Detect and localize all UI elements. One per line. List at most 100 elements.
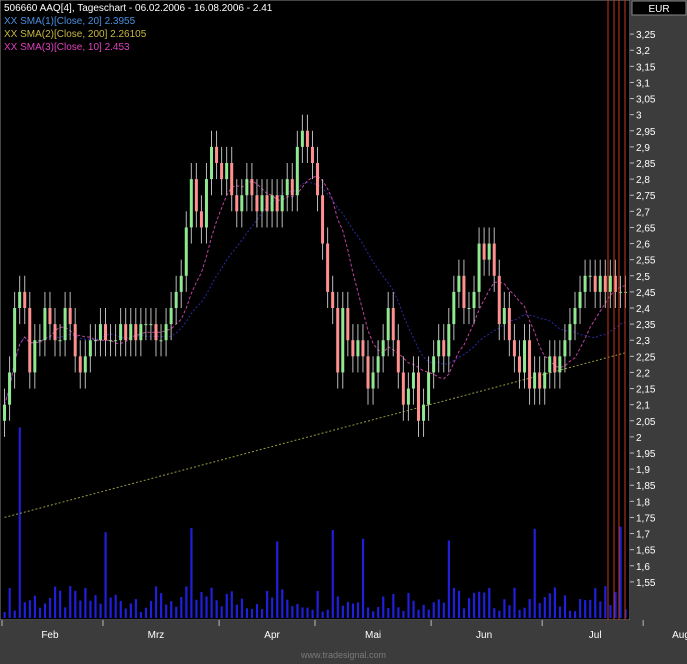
volume-bar: [311, 609, 314, 618]
volume-bar: [478, 591, 481, 618]
price-tick-label: 2,2: [636, 368, 650, 379]
candle-body: [492, 243, 496, 276]
candle-body: [179, 275, 183, 292]
candle-body: [406, 388, 410, 405]
month-label: Feb: [41, 630, 59, 641]
candle-body: [78, 356, 82, 373]
candle-body: [507, 308, 511, 341]
volume-bar: [23, 602, 26, 618]
candle-body: [608, 275, 612, 292]
candle-body: [517, 356, 521, 373]
volume-bar: [493, 608, 496, 618]
volume-bar: [392, 593, 395, 618]
candle-body: [356, 340, 360, 357]
volume-bar: [437, 599, 440, 618]
volume-bar: [271, 597, 274, 618]
candle-body: [422, 404, 426, 421]
price-tick-label: 2,7: [636, 207, 650, 218]
price-tick-label: 2,25: [636, 352, 656, 363]
volume-bar: [518, 609, 521, 618]
price-tick-label: 2,85: [636, 159, 656, 170]
currency-label: EUR: [648, 4, 669, 15]
month-label: Mai: [365, 630, 381, 641]
candle-body: [376, 356, 380, 373]
candle-body: [255, 195, 259, 212]
chart-area: EUR3,253,23,153,13,0532,952,92,852,82,75…: [0, 0, 687, 664]
candle-body: [174, 291, 178, 308]
volume-bar: [13, 610, 16, 618]
volume-bar: [568, 610, 572, 618]
volume-bar: [447, 540, 450, 618]
price-tick-label: 2,8: [636, 175, 650, 186]
price-tick-label: 2,95: [636, 127, 656, 138]
candle-body: [83, 356, 87, 373]
price-tick-label: 2,5: [636, 272, 650, 283]
volume-bar: [483, 592, 486, 618]
candle-body: [583, 275, 587, 292]
volume-bar: [8, 588, 11, 618]
volume-bar: [124, 608, 127, 618]
candle-body: [13, 308, 17, 373]
candle-body: [432, 356, 436, 373]
candle-body: [497, 275, 501, 325]
volume-bar: [417, 609, 420, 618]
candle-body: [381, 340, 385, 357]
volume-bar: [573, 611, 577, 618]
volume-bar: [48, 597, 52, 618]
candle-body: [472, 291, 476, 308]
candle-body: [548, 356, 552, 373]
volume-bar: [79, 600, 82, 618]
volume-bar: [104, 532, 107, 618]
candle-body: [538, 372, 542, 389]
volume-bar: [109, 597, 112, 618]
volume-bar: [594, 588, 597, 618]
price-axis: EUR 3,25 3,2 3,15 3,1 3,05 3 2,95 2,9 2,85 2,8 2,75…: [630, 0, 687, 664]
volume-bar: [412, 600, 415, 618]
candle-body: [139, 324, 143, 341]
price-tick-label: 3,05: [636, 95, 656, 106]
candle-body: [285, 179, 289, 196]
candle-body: [184, 227, 188, 276]
volume-bar: [548, 593, 551, 618]
price-tick-label: 1,95: [636, 449, 656, 460]
volume-bar: [372, 611, 375, 618]
candle-body: [204, 179, 208, 228]
candle-body: [220, 163, 224, 180]
candle-body: [442, 340, 446, 357]
volume-bar: [462, 608, 466, 618]
volume-bar: [69, 586, 72, 618]
volume-bar: [604, 586, 607, 618]
candle-body: [48, 308, 52, 325]
volume-bar: [180, 597, 183, 618]
month-label: Aug: [672, 630, 687, 641]
volume-bar: [260, 608, 264, 618]
volume-bar: [54, 586, 57, 618]
volume-bar: [255, 604, 259, 618]
candle-body: [295, 146, 299, 196]
candle-body: [371, 372, 375, 389]
candle-body: [93, 340, 97, 342]
volume-bar: [210, 587, 213, 618]
volume-bar: [316, 590, 319, 618]
volume-bar: [276, 541, 279, 618]
watermark: www.tradesignal.com: [300, 650, 387, 660]
candle-body: [482, 243, 486, 260]
price-tick-label: 2,3: [636, 336, 650, 347]
volume-bar: [165, 604, 168, 618]
volume-bar: [266, 590, 269, 618]
volume-bar: [220, 606, 223, 618]
month-label: Jun: [476, 630, 492, 641]
price-plot: [0, 0, 631, 621]
volume-bar: [33, 595, 37, 618]
price-tick-label: 3,15: [636, 62, 656, 73]
candle-body: [316, 163, 320, 196]
volume-bar: [154, 586, 158, 618]
volume-bar: [74, 590, 77, 618]
legend-sma10: XX SMA(3)[Close, 10] 2.453: [4, 42, 130, 53]
price-tick-label: 1,75: [636, 513, 656, 524]
price-tick-label: 1,65: [636, 546, 656, 557]
candle-body: [73, 324, 77, 357]
volume-bar: [599, 601, 602, 618]
volume-bar: [195, 599, 198, 618]
candle-body: [523, 340, 527, 373]
